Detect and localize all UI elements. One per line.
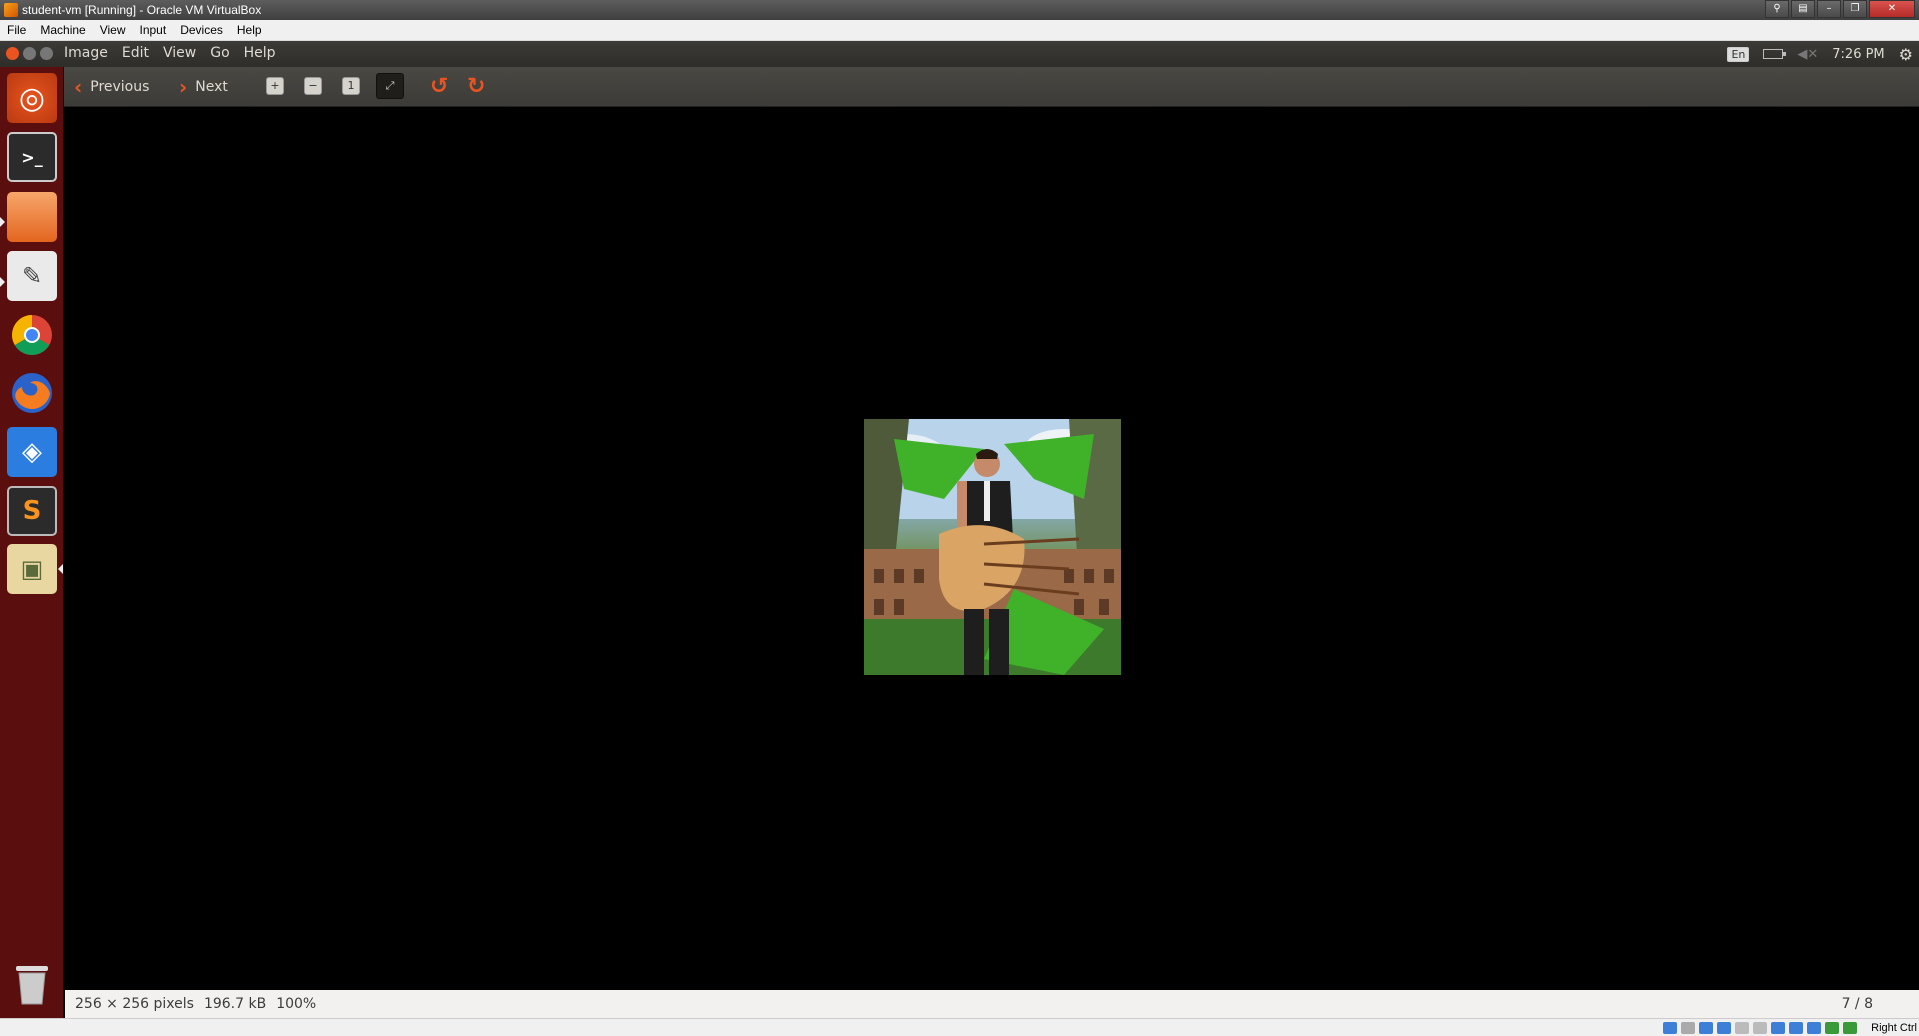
hard-disk-icon[interactable] xyxy=(1663,1022,1677,1034)
ubuntu-top-panel: Image Edit View Go Help En ◀✕ 7:26 PM ⚙ xyxy=(0,41,1919,67)
next-label: Next xyxy=(195,79,228,95)
viewer-statusbar: 256 × 256 pixels 196.7 kB 100% 7 / 8 xyxy=(65,990,1919,1018)
host-key-icon[interactable] xyxy=(1843,1022,1857,1034)
host-window-controls: ⚲ ▤ – ❐ ✕ xyxy=(1765,0,1915,18)
virtualbox-icon xyxy=(4,3,18,17)
trash-icon[interactable] xyxy=(7,960,57,1010)
usb-icon[interactable] xyxy=(1735,1022,1749,1034)
indicator-area: En ◀✕ 7:26 PM ⚙ xyxy=(1727,41,1919,67)
ubuntu-logo-icon[interactable]: ◎ xyxy=(7,73,57,123)
next-button[interactable]: › Next xyxy=(179,75,228,99)
ubuntu-launcher: ◎ >_ ✎ ◈ S ▣ xyxy=(0,67,64,1036)
vbox-menu-devices[interactable]: Devices xyxy=(173,23,230,37)
zoom-normal-icon[interactable]: 1 xyxy=(342,77,360,95)
image-canvas[interactable] xyxy=(65,108,1919,990)
vbox-menubar: File Machine View Input Devices Help xyxy=(0,20,1919,41)
dropbox-icon[interactable]: ◈ xyxy=(7,427,57,477)
optical-drive-icon[interactable] xyxy=(1681,1022,1695,1034)
previous-label: Previous xyxy=(90,79,150,95)
image-position: 7 / 8 xyxy=(1841,996,1873,1012)
folder-icon[interactable] xyxy=(7,192,57,242)
pin-icon[interactable]: ⚲ xyxy=(1765,0,1789,18)
display-icon[interactable] xyxy=(1771,1022,1785,1034)
displayed-image xyxy=(864,419,1121,675)
chrome-icon[interactable] xyxy=(7,310,57,360)
audio-icon[interactable] xyxy=(1699,1022,1713,1034)
minimize-icon[interactable]: – xyxy=(1817,0,1841,18)
gear-icon[interactable]: ⚙ xyxy=(1899,45,1913,64)
vbox-device-icons xyxy=(1663,1022,1857,1034)
zoom-fit-icon[interactable]: ⤢ xyxy=(376,73,404,99)
sublime-icon[interactable]: S xyxy=(7,486,57,536)
cpu-icon[interactable] xyxy=(1807,1022,1821,1034)
close-icon[interactable]: ✕ xyxy=(1869,0,1915,18)
vbox-menu-machine[interactable]: Machine xyxy=(33,23,92,37)
vbox-menu-file[interactable]: File xyxy=(0,23,33,37)
vbox-menu-input[interactable]: Input xyxy=(133,23,174,37)
host-titlebar: student-vm [Running] - Oracle VM Virtual… xyxy=(0,0,1919,20)
running-indicator xyxy=(0,277,5,287)
window-minimize-icon[interactable] xyxy=(23,47,36,60)
network-icon[interactable] xyxy=(1717,1022,1731,1034)
firefox-icon[interactable] xyxy=(7,368,57,418)
menu-go[interactable]: Go xyxy=(210,45,229,61)
image-file-size: 196.7 kB xyxy=(203,996,267,1012)
image-info: 256 × 256 pixels 196.7 kB 100% xyxy=(75,996,316,1012)
vbox-statusbar: Right Ctrl xyxy=(0,1018,1919,1036)
chevron-right-icon: › xyxy=(179,75,188,99)
mouse-integration-icon[interactable] xyxy=(1825,1022,1839,1034)
vbox-menu-help[interactable]: Help xyxy=(230,23,269,37)
menu-image[interactable]: Image xyxy=(64,45,108,61)
active-indicator xyxy=(58,564,63,574)
battery-icon[interactable] xyxy=(1763,49,1787,59)
shared-folders-icon[interactable] xyxy=(1753,1022,1767,1034)
rotate-left-icon[interactable]: ↺ xyxy=(430,74,448,99)
tb-icon[interactable]: ▤ xyxy=(1791,0,1815,18)
image-dimensions: 256 × 256 pixels xyxy=(75,996,194,1012)
chevron-left-icon: ‹ xyxy=(74,75,83,99)
host-key-label: Right Ctrl xyxy=(1871,1022,1917,1034)
viewer-toolbar: ‹ Previous › Next + − 1 ⤢ ↺ ↻ xyxy=(64,67,1919,107)
menu-help[interactable]: Help xyxy=(244,45,276,61)
menu-view[interactable]: View xyxy=(163,45,196,61)
zoom-level: 100% xyxy=(276,996,317,1012)
clock[interactable]: 7:26 PM xyxy=(1832,47,1884,62)
text-editor-icon[interactable]: ✎ xyxy=(7,251,57,301)
volume-muted-icon[interactable]: ◀✕ xyxy=(1797,47,1818,62)
image-viewer-icon[interactable]: ▣ xyxy=(7,544,57,594)
terminal-icon[interactable]: >_ xyxy=(7,132,57,182)
window-maximize-icon[interactable] xyxy=(40,47,53,60)
restore-icon[interactable]: ❐ xyxy=(1843,0,1867,18)
vbox-menu-view[interactable]: View xyxy=(93,23,133,37)
window-buttons xyxy=(6,47,53,60)
rotate-right-icon[interactable]: ↻ xyxy=(467,74,485,99)
host-window-title: student-vm [Running] - Oracle VM Virtual… xyxy=(22,3,262,17)
window-close-icon[interactable] xyxy=(6,47,19,60)
keyboard-indicator[interactable]: En xyxy=(1727,46,1750,62)
video-capture-icon[interactable] xyxy=(1789,1022,1803,1034)
zoom-in-icon[interactable]: + xyxy=(266,77,284,95)
running-indicator xyxy=(0,217,5,227)
previous-button[interactable]: ‹ Previous xyxy=(74,75,149,99)
menu-edit[interactable]: Edit xyxy=(122,45,149,61)
app-menubar: Image Edit View Go Help xyxy=(64,45,276,61)
zoom-out-icon[interactable]: − xyxy=(304,77,322,95)
